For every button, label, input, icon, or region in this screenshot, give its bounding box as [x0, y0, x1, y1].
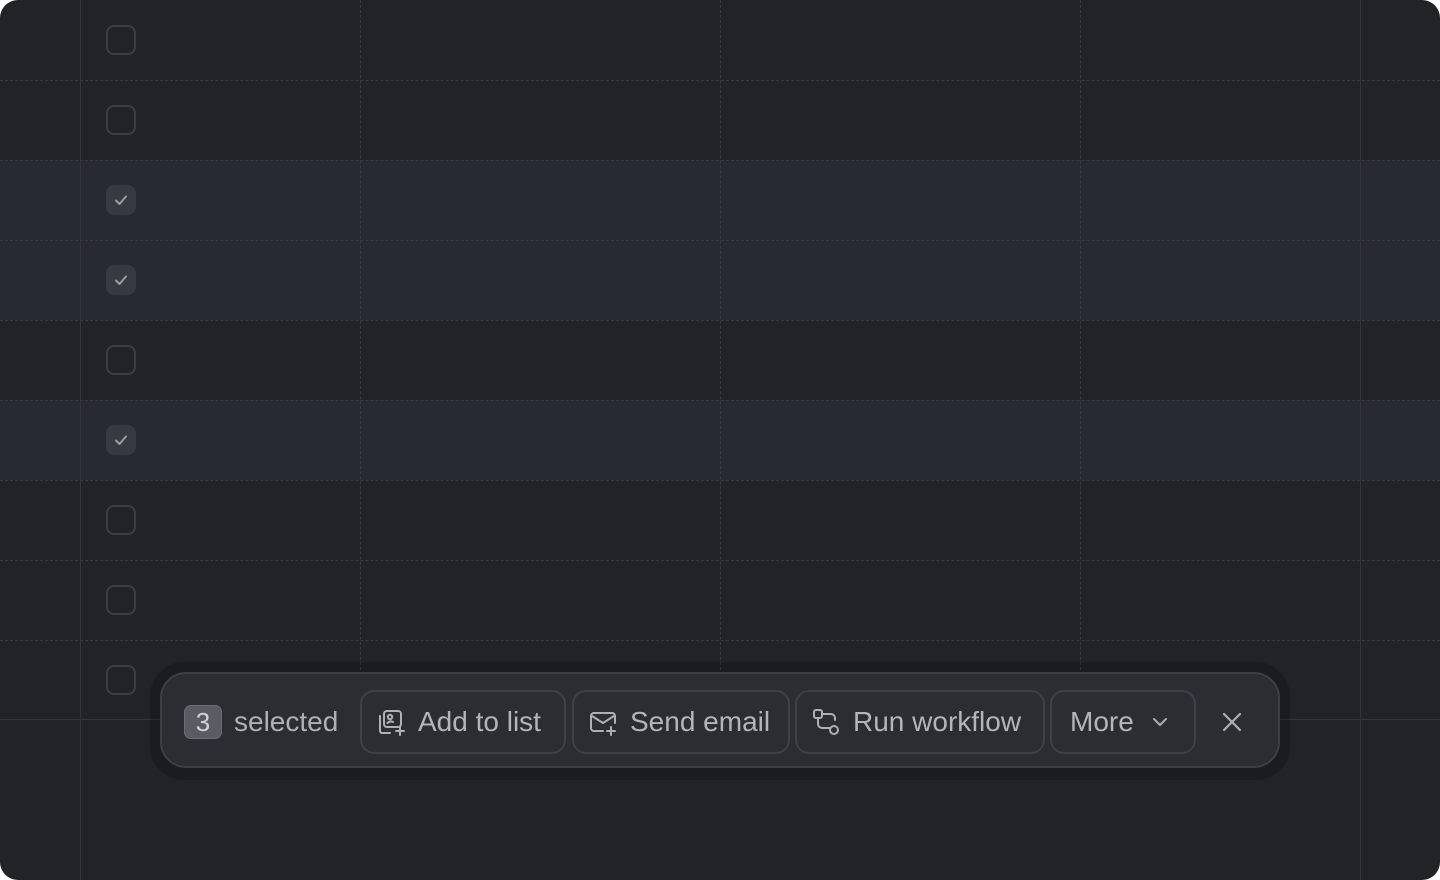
row-divider — [0, 640, 1440, 641]
chevron-down-icon — [1150, 712, 1170, 732]
row-divider — [0, 240, 1440, 241]
workflow-icon — [811, 707, 841, 737]
row-checkbox[interactable] — [106, 185, 136, 215]
add-to-list-icon — [376, 707, 406, 737]
row-divider — [0, 160, 1440, 161]
column-divider — [720, 0, 721, 720]
row-checkbox[interactable] — [106, 425, 136, 455]
mail-plus-icon — [588, 707, 618, 737]
column-divider — [1360, 0, 1361, 880]
row-checkbox[interactable] — [106, 585, 136, 615]
row-checkbox[interactable] — [106, 25, 136, 55]
row-divider — [0, 80, 1440, 81]
selected-count-badge: 3 — [184, 705, 222, 739]
checkmark-icon — [115, 435, 127, 445]
column-divider — [1080, 0, 1081, 720]
row-divider — [0, 560, 1440, 561]
add-to-list-label: Add to list — [418, 706, 541, 737]
close-icon — [1220, 710, 1244, 734]
row-checkbox[interactable] — [106, 665, 136, 695]
column-divider — [80, 0, 81, 880]
selection-count: 3 selected — [184, 704, 338, 740]
more-dropdown-button[interactable]: More — [1050, 690, 1196, 754]
row-divider — [0, 400, 1440, 401]
run-workflow-button[interactable]: Run workflow — [795, 690, 1045, 754]
row-checkbox[interactable] — [106, 105, 136, 135]
checkmark-icon — [115, 275, 127, 285]
bulk-action-toolbar: 3 selected Add to list Send email Run wo… — [160, 672, 1280, 768]
send-email-label: Send email — [630, 706, 771, 737]
app-window: 3 selected Add to list Send email Run wo… — [0, 0, 1440, 880]
selected-label: selected — [234, 706, 339, 737]
row-divider — [0, 480, 1440, 481]
row-checkbox[interactable] — [106, 345, 136, 375]
row-checkbox[interactable] — [106, 265, 136, 295]
close-toolbar-button[interactable] — [1214, 704, 1250, 740]
row-checkbox[interactable] — [106, 505, 136, 535]
more-label: More — [1070, 706, 1134, 737]
column-divider — [360, 0, 361, 720]
send-email-button[interactable]: Send email — [572, 690, 790, 754]
add-to-list-button[interactable]: Add to list — [360, 690, 566, 754]
row-divider — [0, 320, 1440, 321]
run-workflow-label: Run workflow — [853, 706, 1022, 737]
checkmark-icon — [115, 195, 127, 205]
